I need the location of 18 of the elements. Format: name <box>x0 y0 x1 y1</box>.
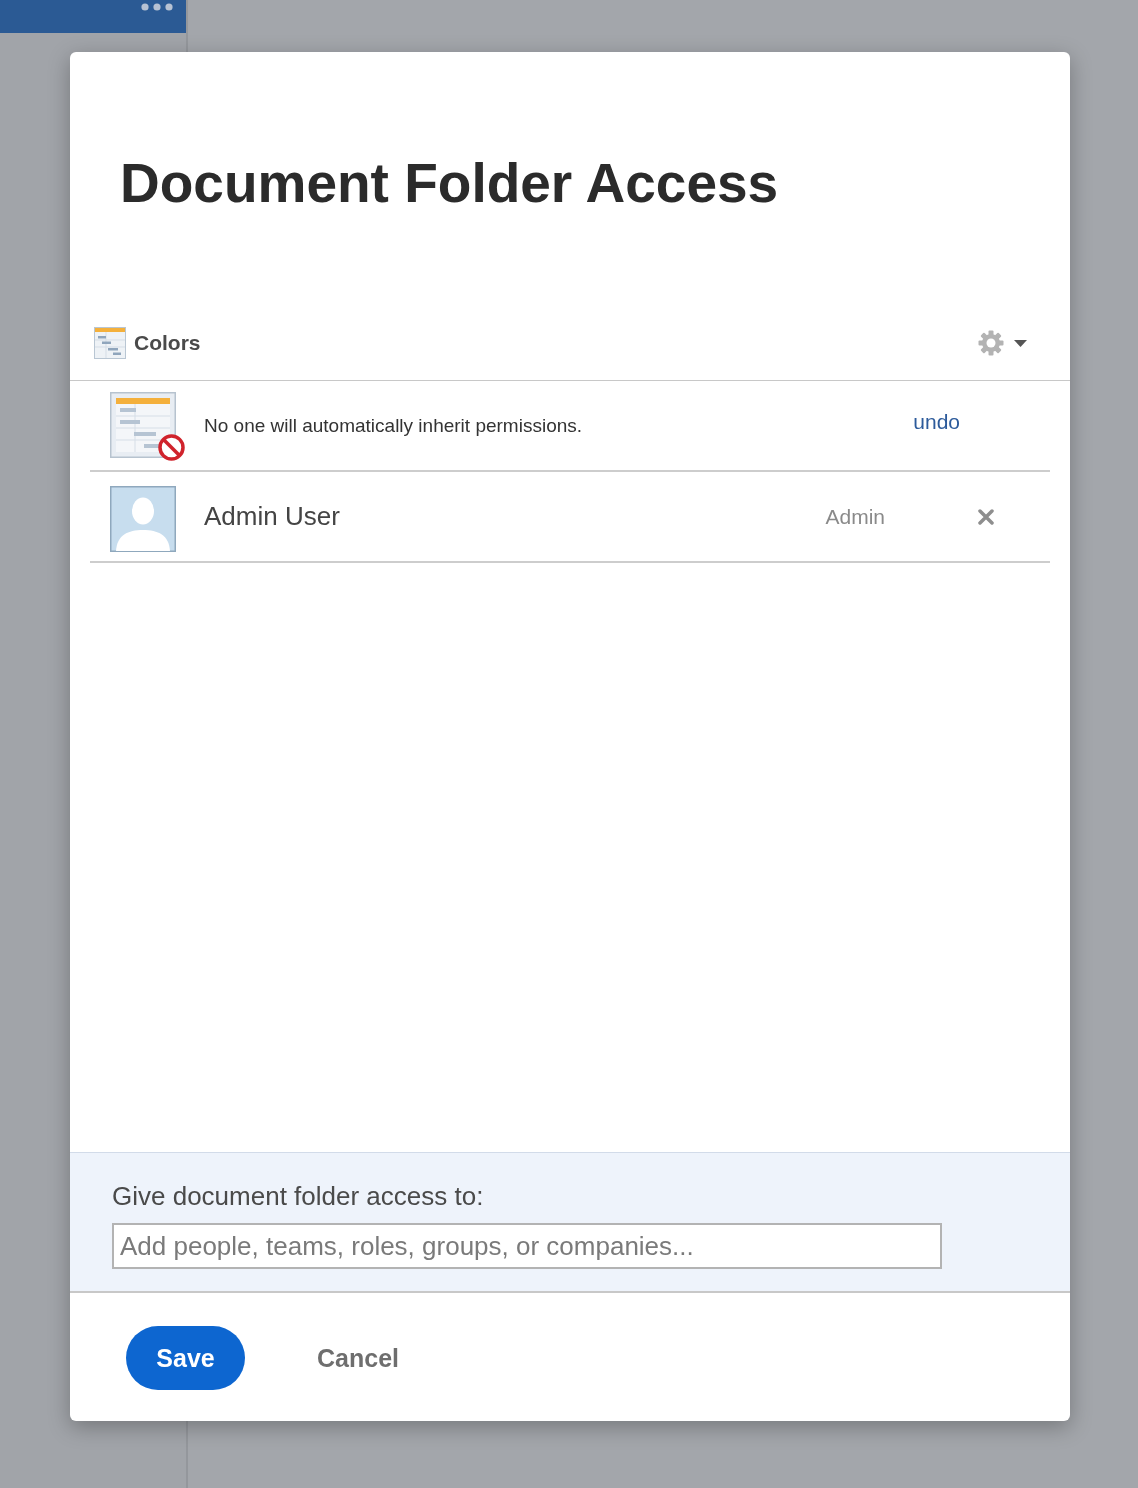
gear-icon <box>978 330 1004 356</box>
more-icon[interactable] <box>141 3 173 11</box>
user-name: Admin User <box>204 501 341 532</box>
user-role: Admin <box>825 504 885 529</box>
share-label: Give document folder access to: <box>112 1180 484 1212</box>
folder-name: Colors <box>134 331 201 355</box>
undo-link[interactable]: undo <box>913 409 960 434</box>
table-icon <box>94 327 126 359</box>
settings-button[interactable] <box>978 330 1027 356</box>
close-icon[interactable] <box>978 508 994 525</box>
notice-text: No one will automatically inherit permissions. <box>204 414 584 437</box>
avatar-icon <box>110 485 176 552</box>
caret-icon <box>1014 339 1027 347</box>
share-input[interactable]: Add people, teams, roles, groups, or companies... <box>112 1223 942 1269</box>
dialog-title: Document Folder Access <box>120 151 779 216</box>
table-prohibited-icon <box>110 391 185 461</box>
cancel-button[interactable]: Cancel <box>317 1326 399 1390</box>
save-button[interactable]: Save <box>126 1326 245 1390</box>
